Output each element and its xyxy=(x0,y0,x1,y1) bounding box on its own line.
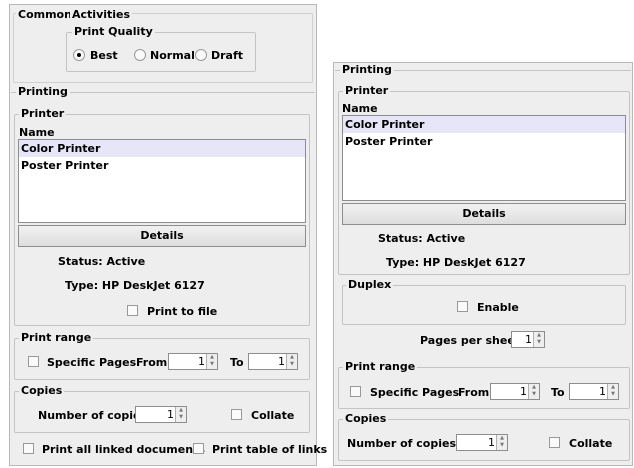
printer-title: Printer xyxy=(19,107,67,120)
type-text: Type: HP DeskJet 6127 xyxy=(65,279,205,292)
right-print-panel: Printing Printer Name Color Printer Post… xyxy=(333,62,633,466)
copies-spinner-arrows[interactable]: ▲ ▼ xyxy=(496,435,507,450)
copies-value: 1 xyxy=(167,408,174,421)
from-spinner-arrows[interactable]: ▲ ▼ xyxy=(206,354,217,369)
copies-spinner[interactable]: 1 ▲ ▼ xyxy=(456,434,508,451)
details-button[interactable]: Details xyxy=(18,225,306,247)
copies-number-label: Number of copies xyxy=(347,437,456,450)
collate-label: Collate xyxy=(251,409,295,422)
spin-up-icon[interactable]: ▲ xyxy=(529,384,539,391)
to-label: To xyxy=(551,386,565,399)
print-range-title: Print range xyxy=(19,331,94,344)
spin-down-icon[interactable]: ▼ xyxy=(176,414,186,421)
spin-up-icon[interactable]: ▲ xyxy=(287,354,297,361)
copies-value: 1 xyxy=(488,436,495,449)
spin-down-icon[interactable]: ▼ xyxy=(529,391,539,398)
copies-title: Copies xyxy=(343,412,389,425)
activities-label: Activities xyxy=(70,8,133,21)
left-print-panel: Common Activities Print Quality Best Nor… xyxy=(9,4,327,466)
print-to-file-label: Print to file xyxy=(147,305,218,318)
specific-pages-checkbox[interactable] xyxy=(350,386,361,397)
table-links-checkbox[interactable] xyxy=(193,443,204,454)
print-quality-title: Print Quality xyxy=(72,25,155,38)
quality-best-radio[interactable] xyxy=(73,49,85,61)
spin-down-icon[interactable]: ▼ xyxy=(497,442,507,449)
name-label: Name xyxy=(19,126,55,139)
to-spinner[interactable]: 1 ▲ ▼ xyxy=(248,353,298,370)
printer-item-color[interactable]: Color Printer xyxy=(19,140,305,157)
status-text: Status: Active xyxy=(378,232,466,245)
print-range-title: Print range xyxy=(343,360,418,373)
from-value: 1 xyxy=(520,385,527,398)
spin-down-icon[interactable]: ▼ xyxy=(207,361,217,368)
to-value: 1 xyxy=(599,385,606,398)
pages-per-sheet-spinner[interactable]: 1 ▲ ▼ xyxy=(511,331,545,348)
to-spinner-arrows[interactable]: ▲ ▼ xyxy=(286,354,297,369)
spin-down-icon[interactable]: ▼ xyxy=(287,361,297,368)
to-label: To xyxy=(230,356,244,369)
copies-number-label: Number of copies xyxy=(38,409,147,422)
copies-spinner-arrows[interactable]: ▲ ▼ xyxy=(175,407,186,422)
duplex-enable-label: Enable xyxy=(477,301,519,314)
spin-down-icon[interactable]: ▼ xyxy=(608,391,618,398)
duplex-enable-checkbox[interactable] xyxy=(457,301,468,312)
type-text: Type: HP DeskJet 6127 xyxy=(386,256,526,269)
spin-up-icon[interactable]: ▲ xyxy=(608,384,618,391)
name-label: Name xyxy=(342,102,378,115)
from-label: From xyxy=(458,386,490,399)
quality-draft-radio[interactable] xyxy=(195,49,207,61)
collate-label: Collate xyxy=(569,437,613,450)
from-label: From xyxy=(136,356,168,369)
table-links-label: Print table of links xyxy=(212,443,328,456)
copies-title: Copies xyxy=(19,384,65,397)
specific-pages-label: Specific Pages xyxy=(47,356,137,369)
quality-best-label: Best xyxy=(90,49,118,62)
printer-item-poster[interactable]: Poster Printer xyxy=(19,157,305,174)
quality-normal-label: Normal xyxy=(150,49,195,62)
spin-up-icon[interactable]: ▲ xyxy=(207,354,217,361)
pages-per-sheet-label: Pages per sheet xyxy=(420,334,521,347)
specific-pages-label: Specific Pages xyxy=(370,386,460,399)
quality-draft-label: Draft xyxy=(211,49,244,62)
from-value: 1 xyxy=(198,355,205,368)
spin-up-icon[interactable]: ▲ xyxy=(176,407,186,414)
details-button[interactable]: Details xyxy=(342,203,626,225)
printer-list[interactable]: Color Printer Poster Printer xyxy=(342,115,626,201)
printing-title: Printing xyxy=(340,63,394,76)
copies-spinner[interactable]: 1 ▲ ▼ xyxy=(135,406,187,423)
pages-per-sheet-arrows[interactable]: ▲ ▼ xyxy=(533,332,544,347)
status-text: Status: Active xyxy=(58,255,146,268)
from-spinner-arrows[interactable]: ▲ ▼ xyxy=(528,384,539,399)
printer-item-color[interactable]: Color Printer xyxy=(343,116,625,133)
collate-checkbox[interactable] xyxy=(231,409,242,420)
collate-checkbox[interactable] xyxy=(549,437,560,448)
to-spinner[interactable]: 1 ▲ ▼ xyxy=(569,383,619,400)
quality-normal-radio[interactable] xyxy=(134,49,146,61)
from-spinner[interactable]: 1 ▲ ▼ xyxy=(168,353,218,370)
spin-up-icon[interactable]: ▲ xyxy=(497,435,507,442)
print-to-file-checkbox[interactable] xyxy=(127,305,138,316)
duplex-title: Duplex xyxy=(346,278,394,291)
printer-title: Printer xyxy=(343,84,391,97)
linked-docs-label: Print all linked documents xyxy=(42,443,205,456)
spin-up-icon[interactable]: ▲ xyxy=(534,332,544,339)
common-title: Common xyxy=(16,8,74,21)
printer-list[interactable]: Color Printer Poster Printer xyxy=(18,139,306,223)
spin-down-icon[interactable]: ▼ xyxy=(534,339,544,346)
to-spinner-arrows[interactable]: ▲ ▼ xyxy=(607,384,618,399)
specific-pages-checkbox[interactable] xyxy=(28,356,39,367)
printing-title: Printing xyxy=(16,85,70,98)
printer-item-poster[interactable]: Poster Printer xyxy=(343,133,625,150)
pages-per-sheet-value: 1 xyxy=(525,333,532,346)
linked-docs-checkbox[interactable] xyxy=(23,443,34,454)
to-value: 1 xyxy=(278,355,285,368)
from-spinner[interactable]: 1 ▲ ▼ xyxy=(490,383,540,400)
